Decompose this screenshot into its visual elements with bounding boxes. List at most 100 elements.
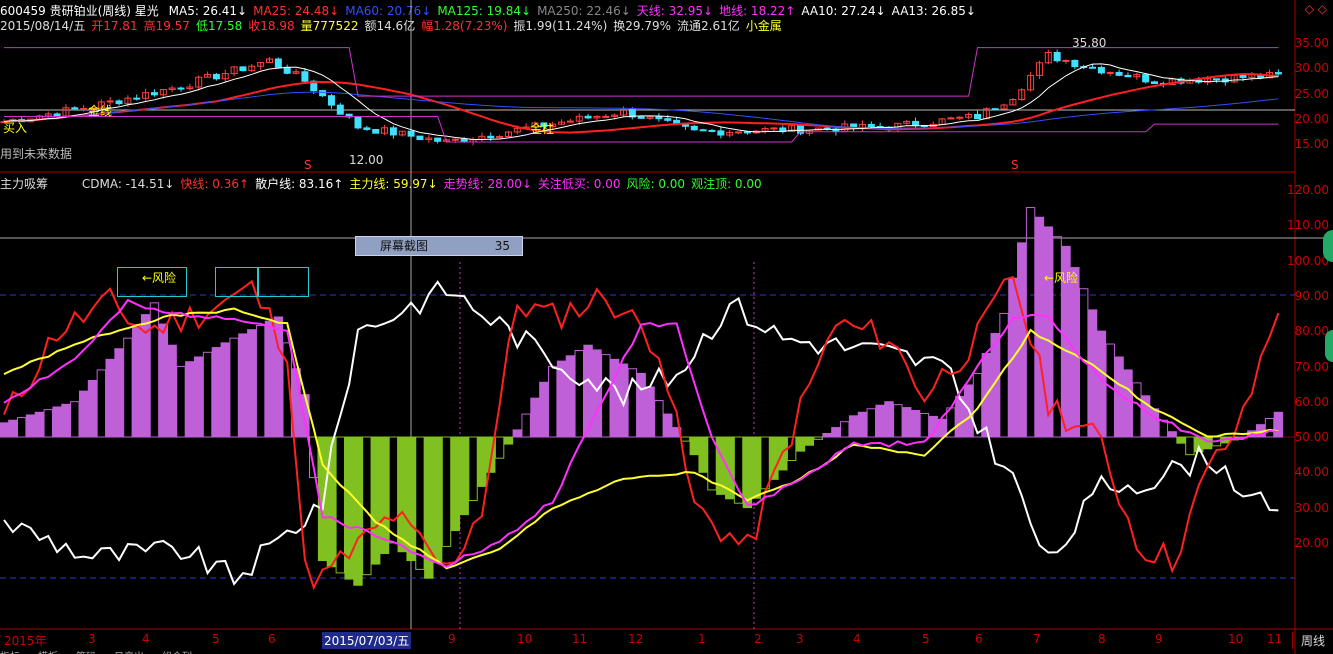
indicator-bar bbox=[1105, 343, 1115, 438]
indicator-bar bbox=[185, 361, 195, 438]
candle bbox=[699, 129, 707, 132]
indicator-bar bbox=[698, 436, 708, 473]
indicator-value: 散户线: 83.16↑ bbox=[255, 177, 344, 191]
indicator-bar bbox=[441, 436, 452, 547]
candle bbox=[1239, 74, 1247, 79]
time-tick-label: 7 bbox=[1033, 632, 1041, 646]
candle bbox=[239, 66, 247, 72]
indicator-bar bbox=[1185, 436, 1195, 456]
indicator-bar bbox=[211, 347, 222, 438]
indicator-bar bbox=[176, 365, 186, 438]
risk-box bbox=[257, 267, 309, 297]
sell-mark: S bbox=[1011, 158, 1019, 172]
indicator-bar bbox=[848, 415, 859, 438]
cursor-date: 2015/07/03/五 bbox=[322, 632, 412, 649]
time-tick-label: 1 bbox=[698, 632, 706, 646]
indicator-bar bbox=[574, 350, 584, 438]
indicator-bar bbox=[149, 302, 160, 438]
bottom-tabs: 指标模板筹码日产出组合列 bbox=[0, 648, 210, 654]
indicator-bar bbox=[96, 369, 107, 438]
candle bbox=[327, 95, 335, 106]
candle bbox=[434, 137, 442, 142]
time-tick-label: 11 bbox=[572, 632, 588, 646]
candle bbox=[867, 123, 875, 127]
indicator-value: 走势线: 28.00↓ bbox=[443, 177, 532, 191]
candle bbox=[735, 131, 743, 134]
indicator-bar bbox=[592, 349, 602, 438]
indicator-bar bbox=[565, 355, 576, 438]
time-tick-label: 10 bbox=[517, 632, 533, 646]
time-tick-label: 4 bbox=[853, 632, 861, 646]
indicator-bar bbox=[477, 436, 487, 487]
candle bbox=[637, 116, 645, 119]
side-toggle-icon[interactable] bbox=[1323, 230, 1333, 262]
candle bbox=[451, 138, 459, 141]
indicator-bar bbox=[52, 406, 62, 438]
indicator-tick-label: 100.00 bbox=[1287, 253, 1329, 268]
time-tick-label: 10 bbox=[1228, 632, 1244, 646]
chart-canvas[interactable] bbox=[0, 0, 1333, 654]
candle bbox=[1062, 59, 1070, 62]
indicator-bar bbox=[884, 401, 894, 438]
candle bbox=[770, 127, 778, 130]
golden-line-label: 金线 bbox=[88, 104, 113, 118]
indicator-bar bbox=[114, 348, 124, 438]
indicator-bar bbox=[397, 436, 407, 553]
period-button[interactable]: 周线 bbox=[1291, 632, 1325, 649]
indicator-header: 主力吸筹 CDMA: -14.51↓ 快线: 0.36↑ 散户线: 83.16↑ 主力… bbox=[0, 175, 774, 191]
candle bbox=[743, 131, 751, 134]
indicator-tick-label: 90.00 bbox=[1294, 288, 1329, 303]
indicator-value: 快线: 0.36↑ bbox=[180, 177, 250, 191]
indicator-value: 观注顶: 0.00 bbox=[691, 177, 762, 191]
indicator-bar bbox=[1167, 431, 1177, 438]
indicator-bar bbox=[105, 358, 115, 438]
indicator-tick-label: 110.00 bbox=[1287, 218, 1329, 233]
candle bbox=[1071, 59, 1079, 68]
indicator-bar bbox=[645, 386, 655, 438]
indicator-bar bbox=[468, 436, 478, 502]
candle bbox=[1274, 72, 1282, 75]
candle bbox=[336, 104, 344, 115]
indicator-bar bbox=[795, 436, 806, 452]
indicator-bar bbox=[831, 427, 841, 438]
candle bbox=[673, 119, 681, 124]
indicator-bar bbox=[8, 419, 18, 438]
candle bbox=[150, 92, 158, 96]
candle bbox=[1124, 74, 1132, 78]
time-tick-label: 5 bbox=[212, 632, 220, 646]
candle bbox=[912, 120, 920, 127]
candle bbox=[80, 108, 88, 111]
indicator-bar bbox=[1264, 417, 1275, 438]
indicator-bar bbox=[326, 436, 337, 568]
risk-label: ←风险 bbox=[142, 271, 177, 285]
indicator-bar bbox=[1132, 382, 1142, 438]
time-tick-label: 9 bbox=[1155, 632, 1163, 646]
candle bbox=[690, 125, 698, 131]
price-tick-label: 20.00 bbox=[1294, 112, 1329, 126]
indicator-bar bbox=[919, 412, 930, 438]
indicator-bar bbox=[910, 410, 921, 438]
sky-line bbox=[4, 47, 1279, 97]
side-toggle-icon[interactable] bbox=[1325, 330, 1333, 362]
future-data-label: 用到未来数据 bbox=[0, 147, 73, 161]
time-tick-label: 2015年 bbox=[4, 634, 47, 648]
candle bbox=[53, 113, 61, 117]
indicator-bar bbox=[1043, 226, 1053, 438]
indicator-bar bbox=[353, 436, 363, 586]
time-tick-label: 8 bbox=[1098, 632, 1106, 646]
indicator-bar bbox=[663, 413, 673, 438]
indicator-bar bbox=[1096, 330, 1107, 438]
indicator-bar bbox=[450, 436, 461, 532]
indicator-bar bbox=[1149, 408, 1160, 438]
indicator-name[interactable]: 主力吸筹 bbox=[0, 177, 48, 191]
indicator-bar bbox=[680, 436, 691, 442]
candle bbox=[1097, 67, 1105, 74]
candle bbox=[1142, 74, 1150, 83]
indicator-bar bbox=[521, 413, 531, 438]
screenshot-tooltip[interactable]: 屏幕截图 35 bbox=[355, 236, 523, 256]
tooltip-value: 35 bbox=[494, 239, 510, 253]
indicator-bar bbox=[78, 390, 89, 438]
price-tick-label: 15.00 bbox=[1294, 137, 1329, 151]
candle bbox=[71, 107, 79, 110]
time-tick-label: 3 bbox=[88, 632, 96, 646]
